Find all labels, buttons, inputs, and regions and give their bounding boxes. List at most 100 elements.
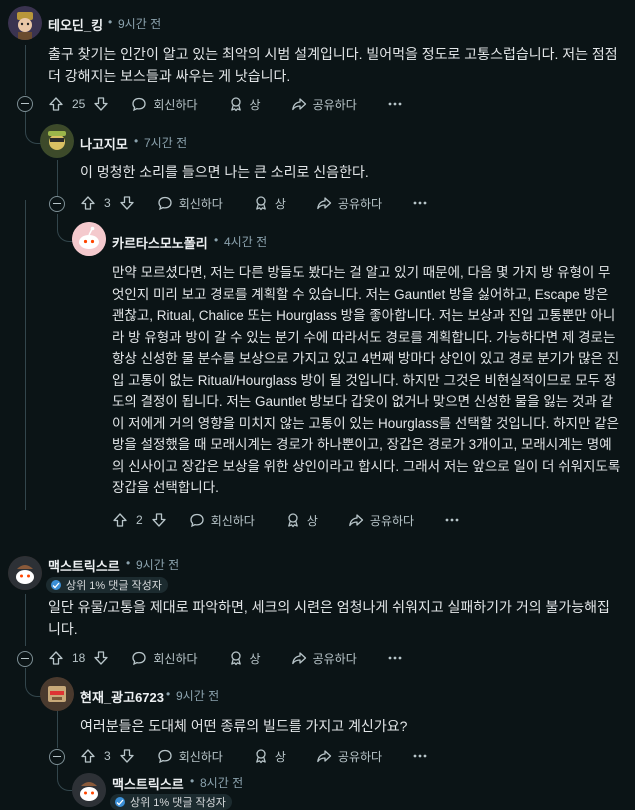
award-icon: [285, 512, 301, 528]
vote-group: 18: [48, 650, 109, 666]
share-label: 공유하다: [337, 196, 383, 211]
comment-body: 이 멍청한 소리를 들으면 나는 큰 소리로 신음한다.: [80, 164, 369, 180]
comment-author[interactable]: 맥스트릭스르: [48, 556, 120, 575]
downvote-icon[interactable]: [93, 96, 109, 112]
collapse-icon[interactable]: [17, 96, 33, 112]
comment-timestamp: 8시간 전: [200, 776, 244, 790]
flair-icon: [115, 797, 125, 807]
share-button[interactable]: 공유하다: [348, 512, 414, 529]
share-button[interactable]: 공유하다: [316, 748, 382, 765]
avatar[interactable]: [72, 222, 106, 256]
share-button[interactable]: 공유하다: [316, 195, 382, 212]
comment-actions: 3 회신하다 상 공유하다: [80, 191, 428, 215]
comment-author[interactable]: 나고지모: [80, 134, 128, 153]
downvote-icon[interactable]: [93, 650, 109, 666]
vote-count: 25: [72, 97, 86, 111]
separator-dot: •: [214, 233, 219, 247]
more-icon[interactable]: [387, 650, 403, 666]
separator-dot: •: [190, 774, 195, 788]
comment-body: 만약 모르셨다면, 저는 다른 방들도 봤다는 걸 알고 있기 때문에, 다음 …: [112, 265, 621, 495]
more-icon[interactable]: [387, 96, 403, 112]
avatar[interactable]: [40, 677, 74, 711]
vote-group: 3: [80, 748, 135, 764]
award-icon: [228, 96, 244, 112]
separator-dot: •: [134, 134, 139, 148]
upvote-icon[interactable]: [80, 748, 96, 764]
downvote-icon[interactable]: [119, 748, 135, 764]
reply-bubble-icon: [157, 748, 173, 764]
comment-timestamp: 9시간 전: [118, 17, 162, 31]
share-icon: [316, 195, 332, 211]
comment-actions: 3 회신하다 상 공유하다: [80, 744, 428, 768]
award-icon: [253, 748, 269, 764]
award-label: 상: [249, 97, 261, 112]
comment-timestamp: 7시간 전: [144, 136, 188, 150]
comment-body: 출구 찾기는 인간이 알고 있는 최악의 시범 설계입니다. 빌어먹을 정도로 …: [48, 46, 618, 84]
comment-timestamp: 9시간 전: [136, 558, 180, 572]
comment-body: 일단 유물/고통을 제대로 파악하면, 세크의 시련은 엄청나게 쉬워지고 실패…: [48, 599, 610, 637]
avatar[interactable]: [72, 773, 106, 807]
award-button[interactable]: 상: [285, 512, 318, 529]
comment-timestamp: 4시간 전: [224, 235, 268, 249]
award-button[interactable]: 상: [253, 195, 286, 212]
avatar[interactable]: [8, 6, 42, 40]
share-button[interactable]: 공유하다: [291, 96, 357, 113]
comment-author[interactable]: 카르타스모노폴리: [112, 233, 208, 252]
award-button[interactable]: 상: [228, 650, 261, 667]
reply-button[interactable]: 회신하다: [189, 512, 255, 529]
comment-actions: 2 회신하다 상 공유하다: [112, 508, 460, 532]
separator-dot: •: [126, 556, 131, 570]
downvote-icon[interactable]: [119, 195, 135, 211]
vote-count: 18: [72, 651, 86, 665]
reply-button[interactable]: 회신하다: [157, 195, 223, 212]
award-button[interactable]: 상: [253, 748, 286, 765]
share-label: 공유하다: [337, 749, 383, 764]
comment-author[interactable]: 테오딘_킹: [48, 15, 103, 34]
reply-bubble-icon: [157, 195, 173, 211]
avatar[interactable]: [8, 556, 42, 590]
upvote-icon[interactable]: [48, 650, 64, 666]
flair-icon: [51, 580, 61, 590]
award-label: 상: [249, 651, 261, 666]
share-label: 공유하다: [312, 651, 357, 666]
reply-button[interactable]: 회신하다: [131, 96, 198, 113]
collapse-icon[interactable]: [17, 651, 33, 667]
more-icon[interactable]: [412, 195, 428, 211]
comment-author[interactable]: 현재_광고6723: [80, 687, 164, 706]
user-flair: 상위 1% 댓글 작성자: [110, 794, 232, 810]
award-label: 상: [274, 749, 286, 764]
share-icon: [348, 512, 364, 528]
comment-body: 여러분들은 도대체 어떤 종류의 빌드를 가지고 계신가요?: [80, 718, 408, 734]
thread-line: [57, 160, 58, 196]
vote-count: 3: [104, 196, 111, 210]
upvote-icon[interactable]: [112, 512, 128, 528]
share-label: 공유하다: [312, 97, 357, 112]
award-button[interactable]: 상: [228, 96, 261, 113]
share-icon: [291, 650, 307, 666]
upvote-icon[interactable]: [48, 96, 64, 112]
vote-group: 25: [48, 96, 109, 112]
thread-line: [25, 594, 26, 646]
upvote-icon[interactable]: [80, 195, 96, 211]
collapse-icon[interactable]: [49, 196, 65, 212]
more-icon[interactable]: [412, 748, 428, 764]
vote-count: 3: [104, 749, 111, 763]
reply-label: 회신하다: [153, 651, 198, 666]
reply-button[interactable]: 회신하다: [157, 748, 223, 765]
reply-bubble-icon: [189, 512, 205, 528]
vote-group: 3: [80, 195, 135, 211]
reply-label: 회신하다: [153, 97, 198, 112]
reply-bubble-icon: [131, 96, 147, 112]
downvote-icon[interactable]: [151, 512, 167, 528]
share-button[interactable]: 공유하다: [291, 650, 357, 667]
award-label: 상: [306, 513, 318, 528]
reply-label: 회신하다: [178, 749, 223, 764]
comment-author[interactable]: 맥스트릭스르: [112, 774, 184, 793]
more-icon[interactable]: [444, 512, 460, 528]
thread-line: [25, 200, 26, 230]
collapse-icon[interactable]: [49, 749, 65, 765]
reply-button[interactable]: 회신하다: [131, 650, 198, 667]
flair-label: 상위 1% 댓글 작성자: [66, 580, 162, 592]
reply-bubble-icon: [131, 650, 147, 666]
avatar[interactable]: [40, 124, 74, 158]
